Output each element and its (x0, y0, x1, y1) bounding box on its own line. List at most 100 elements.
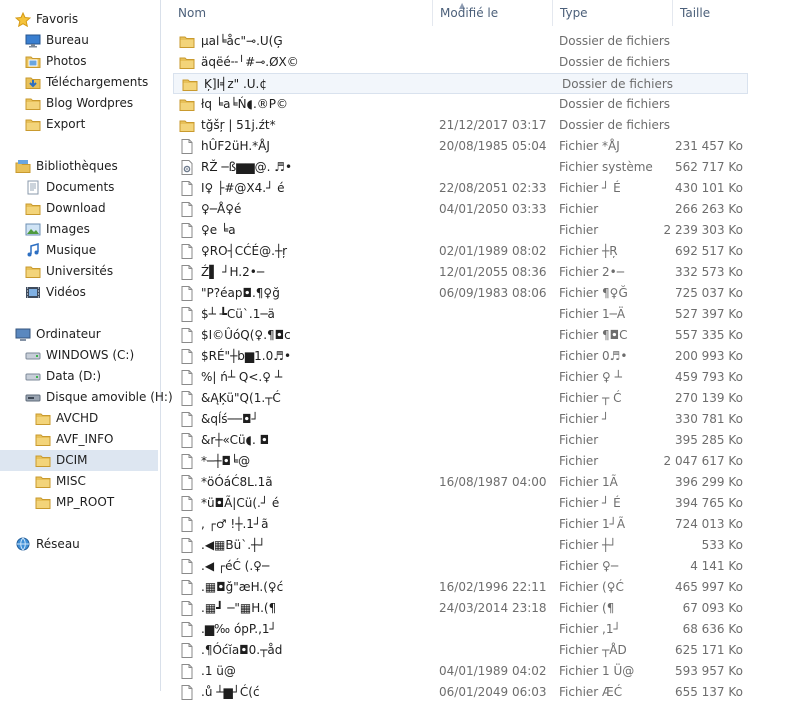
file-type: Fichier 2•─ (559, 265, 624, 279)
file-icon (179, 643, 195, 658)
file-type: Fichier ┼┘ (559, 538, 617, 552)
file-row[interactable]: *─┼◘╘@ Fichier 2 047 617 Ko (171, 451, 748, 472)
file-size: 533 Ko (701, 538, 743, 552)
file-row[interactable]: ♀─Å♀é 04/01/2050 03:33 Fichier 266 263 Ko (171, 199, 748, 220)
file-row[interactable]: äqëé╌╵#⊸.ØX© Dossier de fichiers (171, 52, 748, 73)
nav-item-library[interactable]: Documents (0, 177, 158, 198)
file-row[interactable]: &ĄĶü"Q(1.┬Ć Fichier ┬ Ć 270 139 Ko (171, 388, 748, 409)
nav-item-computer-label: AVF_INFO (56, 432, 114, 446)
nav-item-library[interactable]: Images (0, 219, 158, 240)
file-row[interactable]: , ┌♂ !┼.1┘ã Fichier 1┘Ã 724 013 Ko (171, 514, 748, 535)
nav-item-favorites-label: Téléchargements (46, 75, 149, 89)
file-name: *ü◘Ã|Cü(.┘ é (201, 496, 280, 510)
nav-item-computer[interactable]: MISC (0, 471, 158, 492)
nav-item-computer[interactable]: WINDOWS (C:) (0, 345, 158, 366)
column-header-size[interactable]: Taille (672, 0, 760, 26)
nav-item-computer[interactable]: DCIM (0, 450, 158, 471)
nav-item-library[interactable]: Vidéos (0, 282, 158, 303)
nav-computer[interactable]: Ordinateur (0, 324, 158, 345)
file-row[interactable]: .◀ ┌éĆ (.♀─ Fichier ♀─ 4 141 Ko (171, 556, 748, 577)
file-type: Dossier de fichiers (559, 118, 671, 132)
computer-icon (15, 327, 31, 342)
file-row[interactable]: hÛF2üH.*ÅJ 20/08/1985 05:04 Fichier *ÅJ 231… (171, 136, 748, 157)
nav-item-library[interactable]: Download (0, 198, 158, 219)
file-row[interactable]: &r┼«Cü◖. ◘ Fichier 395 285 Ko (171, 430, 748, 451)
file-icon (179, 454, 195, 469)
file-row[interactable]: łq ╘a╘Ń◖.®P© Dossier de fichiers (171, 94, 748, 115)
file-row[interactable]: .▆‰ ópP.,1┘ Fichier ,1┘ 68 636 Ko (171, 619, 748, 640)
file-size: 430 101 Ko (674, 181, 743, 195)
file-row[interactable]: .◀▦Bü`.┼┘ Fichier ┼┘ 533 Ko (171, 535, 748, 556)
nav-libraries[interactable]: Bibliothèques (0, 156, 158, 177)
file-name: , ┌♂ !┼.1┘ã (201, 517, 269, 531)
nav-item-favorites[interactable]: Export (0, 114, 158, 135)
file-row[interactable]: .1 ü@ 04/01/1989 04:02 Fichier 1 Ü@ 593 957… (171, 661, 748, 682)
file-name: ♀e ╘a (201, 223, 236, 237)
file-row[interactable]: *öÓáĆ8L.1ã 16/08/1987 04:00 Fichier 1Ã 396 … (171, 472, 748, 493)
nav-item-favorites-label: Bureau (46, 33, 89, 47)
file-modified: 20/08/1985 05:04 (439, 139, 547, 153)
file-row[interactable]: RŽ ─ß▆▆@. ♬• Fichier système 562 717 Ko (171, 157, 748, 178)
file-type: Fichier (559, 433, 599, 447)
file-row[interactable]: ♀e ╘a Fichier 2 239 303 Ko (171, 220, 748, 241)
file-size: 67 093 Ko (682, 601, 743, 615)
nav-item-computer[interactable]: MP_ROOT (0, 492, 158, 513)
file-row[interactable]: %| ń┴ Q<.♀ ┴ Fichier ♀ ┴ 459 793 Ko (171, 367, 748, 388)
file-row[interactable]: $┴ ┺Cü`.1─ä Fichier 1─Ä 527 397 Ko (171, 304, 748, 325)
nav-item-computer[interactable]: Data (D:) (0, 366, 158, 387)
file-row[interactable]: .▦◘ğ"æH.(♀ć 16/02/1996 22:11 Fichier (♀Ć 46… (171, 577, 748, 598)
file-size: 725 037 Ko (674, 286, 743, 300)
file-row[interactable]: &qĺś──◘┘ Fichier ┘ 330 781 Ko (171, 409, 748, 430)
file-type: Fichier ┘ (559, 412, 610, 426)
file-icon (179, 622, 195, 637)
file-row[interactable]: Ι♀ ├#@X4.┘ é 22/08/2051 02:33 Fichier ┘ É 4… (171, 178, 748, 199)
column-header-modified[interactable]: Modifié le (432, 0, 550, 26)
file-row[interactable]: Ķ]Ι╡z" .U.¢ Dossier de fichiers (173, 73, 748, 94)
nav-item-computer[interactable]: AVF_INFO (0, 429, 158, 450)
file-size: 459 793 Ko (674, 370, 743, 384)
nav-item-favorites[interactable]: Téléchargements (0, 72, 158, 93)
nav-item-library[interactable]: Universités (0, 261, 158, 282)
nav-item-favorites[interactable]: Bureau (0, 30, 158, 51)
file-icon (179, 538, 195, 553)
file-row[interactable]: *ü◘Ã|Cü(.┘ é Fichier ┘ É 394 765 Ko (171, 493, 748, 514)
file-row[interactable]: ♀RO┤CĆÉ@.┼ŗ 02/01/1989 08:02 Fichier ┼Ŗ 692… (171, 241, 748, 262)
column-header-name[interactable]: Nom (171, 0, 433, 26)
file-modified: 21/12/2017 03:17 (439, 118, 547, 132)
file-row[interactable]: tğšŗ | 51j.źt* 21/12/2017 03:17 Dossier de… (171, 115, 748, 136)
nav-item-library-label: Download (46, 201, 106, 215)
file-name: ♀RO┤CĆÉ@.┼ŗ (201, 244, 288, 258)
nav-network[interactable]: Réseau (0, 534, 158, 555)
file-row[interactable]: $Ι©ÛóQ(♀.¶◘c Fichier ¶◘C 557 335 Ko (171, 325, 748, 346)
videos-icon (25, 285, 41, 300)
file-name: $Ι©ÛóQ(♀.¶◘c (201, 328, 291, 342)
file-icon (179, 202, 195, 217)
file-name: &r┼«Cü◖. ◘ (201, 433, 270, 447)
nav-item-computer-label: MISC (56, 474, 86, 488)
nav-item-favorites[interactable]: Blog Wordpres (0, 93, 158, 114)
nav-item-computer-label: MP_ROOT (56, 495, 115, 509)
nav-item-favorites[interactable]: Photos (0, 51, 158, 72)
file-row[interactable]: Ź▌ ┘H.2•─ 12/01/2055 08:36 Fichier 2•─ 332 … (171, 262, 748, 283)
file-row[interactable]: "P?éap◘.¶♀ğ 06/09/1983 08:06 Fichier ¶♀Ğ 72… (171, 283, 748, 304)
file-name: ♀─Å♀é (201, 202, 242, 216)
nav-item-computer-label: Disque amovible (H:) (46, 390, 173, 404)
nav-favorites[interactable]: Favoris (0, 9, 158, 30)
file-type: Fichier ┬ Ć (559, 391, 622, 405)
nav-item-library-label: Universités (46, 264, 114, 278)
file-size: 562 717 Ko (674, 160, 743, 174)
file-row[interactable]: $RÉ"┼b▆1.0♬• Fichier 0♬• 200 993 Ko (171, 346, 748, 367)
file-icon (179, 517, 195, 532)
file-list: µal╘åc"⊸.U(Ģ Dossier de fichiers äqëé╌╵#⊸.… (161, 31, 789, 700)
nav-item-computer[interactable]: Disque amovible (H:) (0, 387, 173, 408)
nav-libraries-label: Bibliothèques (36, 159, 118, 173)
nav-item-library[interactable]: Musique (0, 240, 158, 261)
file-row[interactable]: µal╘åc"⊸.U(Ģ Dossier de fichiers (171, 31, 748, 52)
file-row[interactable]: .▦┛ ─"▦H.(¶ 24/03/2014 23:18 Fichier (¶ 67 … (171, 598, 748, 619)
file-type: Fichier 1 Ü@ (559, 664, 635, 678)
nav-computer-label: Ordinateur (36, 327, 101, 341)
file-row[interactable]: .ů ┴▆┘Ć(ć 06/01/2049 06:03 Fichier ÆĆ 655 1… (171, 682, 748, 703)
file-row[interactable]: .¶Óćĭa◘0.┬åd Fichier ┬ÅD 625 171 Ko (171, 640, 748, 661)
column-header-type[interactable]: Type (552, 0, 670, 26)
nav-item-computer[interactable]: AVCHD (0, 408, 158, 429)
